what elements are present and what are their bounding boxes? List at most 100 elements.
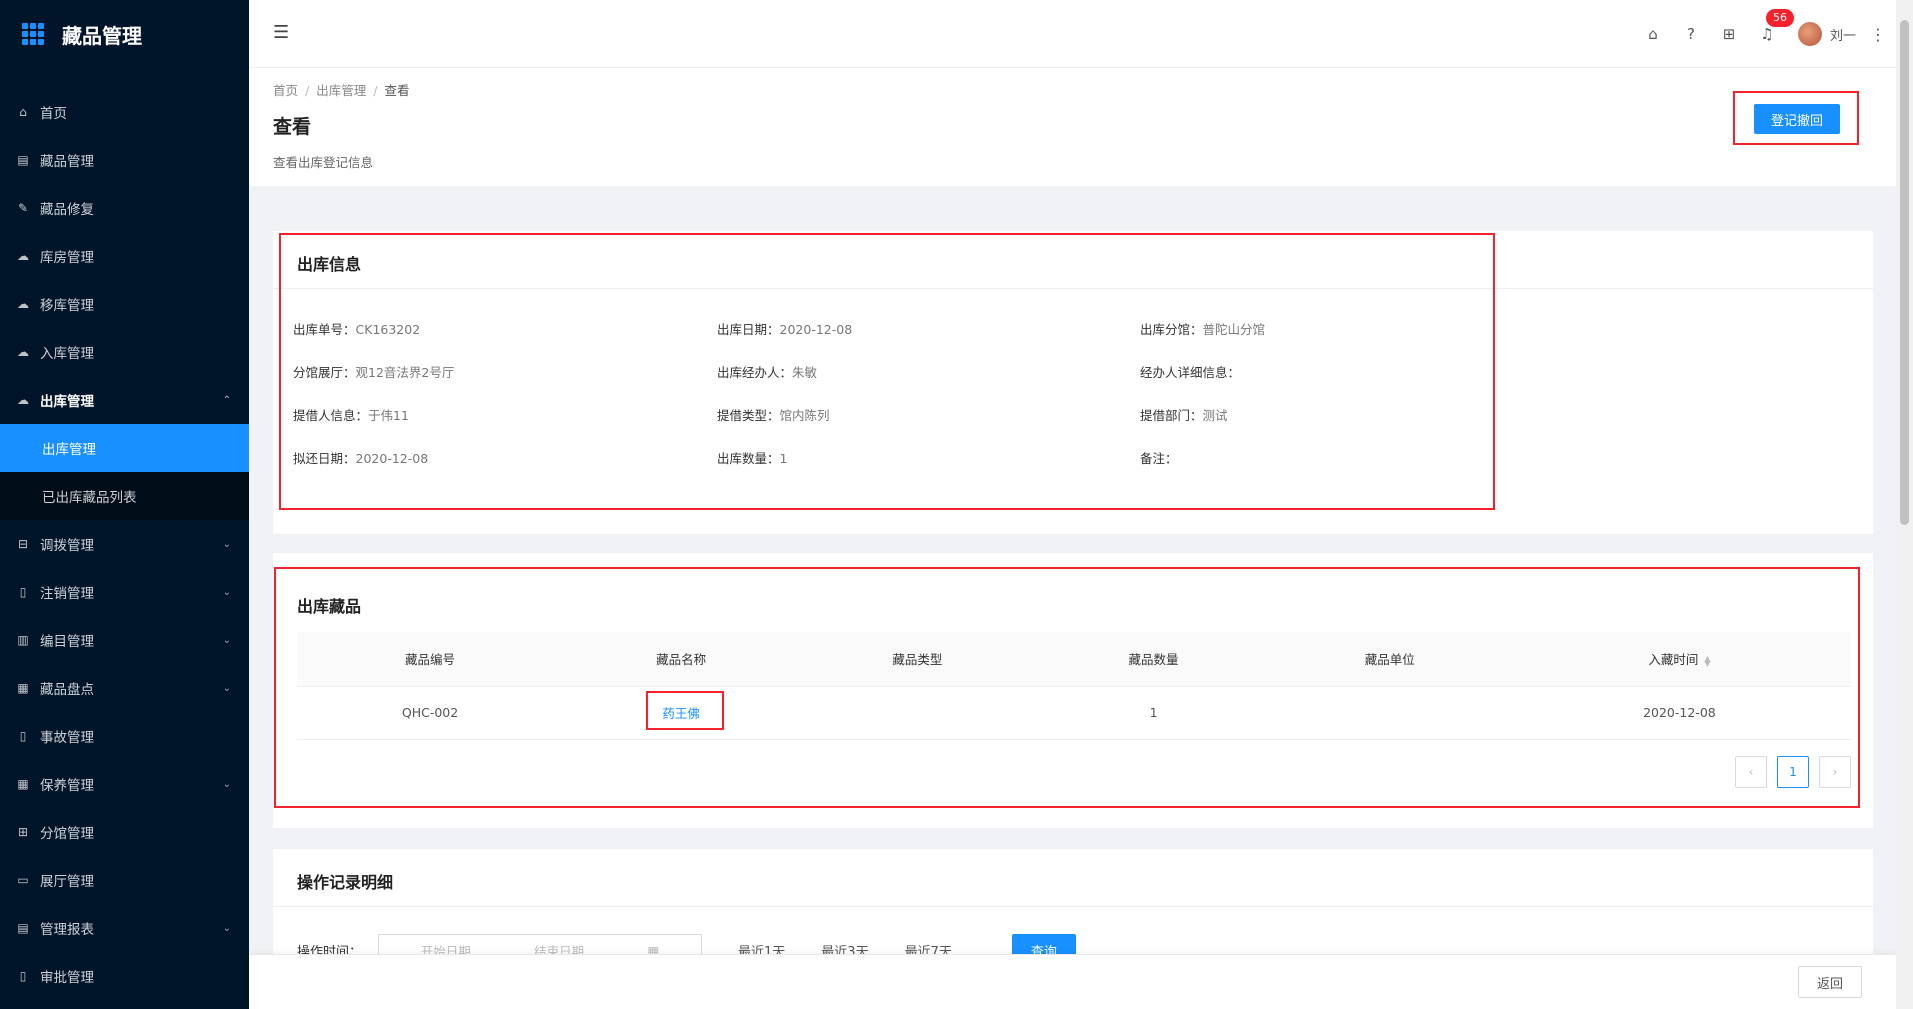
sidebar-item[interactable]: ⌂ 首页 <box>0 88 249 136</box>
table-header-row: 藏品编号 藏品名称 藏品类型 藏品数量 藏品单位 入藏时间 ▲ ▼ <box>297 632 1851 687</box>
cell-name: 药王佛 <box>563 686 800 740</box>
info-field: 备注： <box>1140 448 1178 467</box>
cell-date: 2020-12-08 <box>1507 686 1851 740</box>
info-field: 出库经办人：朱敏 <box>717 362 817 381</box>
info-field-label: 出库单号： <box>293 322 356 337</box>
revoke-highlight: 登记撤回 <box>1733 91 1859 145</box>
info-field-label: 备注： <box>1140 451 1178 466</box>
outbound-goods-card: 出库藏品 藏品编号 藏品名称 藏品类型 藏品数量 藏品单位 入藏时间 ▲ ▼ QHC… <box>273 553 1873 828</box>
info-field: 提借人信息：于伟11 <box>293 405 409 424</box>
col-header-label: 入藏时间 <box>1648 652 1699 668</box>
sidebar-item[interactable]: ☁ 入库管理 <box>0 328 249 376</box>
info-field: 出库分馆：普陀山分馆 <box>1140 319 1265 338</box>
sidebar-item[interactable]: ▯ 事故管理 <box>0 712 249 760</box>
menu-fold-icon[interactable]: ☰ <box>273 24 291 42</box>
sidebar-item[interactable]: ▦ 藏品盘点 ⌄ <box>0 664 249 712</box>
sort-icon[interactable]: ▲ ▼ <box>1704 654 1710 667</box>
info-field: 提借类型：馆内陈列 <box>717 405 830 424</box>
info-field-label: 提借部门： <box>1140 408 1203 423</box>
home-icon[interactable]: ⌂ <box>1634 25 1672 43</box>
ops-card-header: 操作记录明细 <box>273 849 1873 907</box>
sidebar-item[interactable]: ☁ 出库管理 ⌃ <box>0 376 249 424</box>
bell-icon[interactable]: ♫ 56 <box>1748 9 1794 43</box>
display-icon: ▭ <box>17 873 29 887</box>
app-logo: 藏品管理 <box>0 0 249 68</box>
goods-card-title: 出库藏品 <box>297 597 362 616</box>
sidebar-item[interactable]: ⊞ 分馆管理 <box>0 808 249 856</box>
cell-code: QHC-002 <box>297 686 564 740</box>
sidebar-item[interactable]: 出库管理 <box>0 424 249 472</box>
incident-icon: ▯ <box>19 729 27 743</box>
sidebar-item[interactable]: ▤ 藏品管理 <box>0 136 249 184</box>
sidebar-item[interactable]: ☁ 移库管理 <box>0 280 249 328</box>
chevron-icon: ⌄ <box>222 778 231 790</box>
sidebar-item-label: 库房管理 <box>40 250 94 266</box>
page-number[interactable]: 1 <box>1777 756 1809 788</box>
page-subtitle: 查看出库登记信息 <box>273 155 374 170</box>
sidebar-item-label: 事故管理 <box>40 730 94 746</box>
info-field-label: 拟还日期： <box>293 451 356 466</box>
breadcrumb-home[interactable]: 首页 <box>273 83 298 98</box>
col-header: 藏品名称 <box>563 632 800 687</box>
revoke-button[interactable]: 登记撤回 <box>1754 104 1840 134</box>
info-field: 提借部门：测试 <box>1140 405 1228 424</box>
more-vertical-icon[interactable]: ⋮ <box>1870 25 1886 44</box>
prev-page-icon[interactable]: ‹ <box>1735 756 1767 788</box>
catalog-icon: ▥ <box>17 633 29 647</box>
help-icon[interactable]: ? <box>1672 25 1710 43</box>
home-icon: ⌂ <box>19 105 27 119</box>
sidebar-item[interactable]: ▭ 展厅管理 <box>0 856 249 904</box>
maintenance-icon: ▦ <box>17 777 29 791</box>
notification-badge: 56 <box>1765 9 1794 27</box>
avatar[interactable] <box>1797 22 1822 46</box>
sidebar-item-label: 展厅管理 <box>40 874 94 890</box>
scrollbar-thumb[interactable] <box>1900 20 1909 525</box>
sidebar-item-label: 入库管理 <box>40 346 94 362</box>
top-header: ☰ ⌂ ? ⊞ ♫ 56 刘一 ⋮ <box>249 0 1896 68</box>
cell-qty: 1 <box>1035 686 1272 740</box>
sidebar-item-label: 已出库藏品列表 <box>42 490 137 506</box>
user-name[interactable]: 刘一 <box>1830 25 1856 44</box>
sidebar-item-label: 分馆管理 <box>40 826 94 842</box>
header-actions: ⌂ ? ⊞ ♫ 56 刘一 ⋮ <box>1634 0 1896 68</box>
chevron-icon: ⌄ <box>222 538 231 550</box>
ops-card-title: 操作记录明细 <box>297 873 394 892</box>
branch-icon: ⊞ <box>17 825 29 839</box>
next-page-icon[interactable]: › <box>1819 756 1851 788</box>
app-title: 藏品管理 <box>62 23 142 48</box>
sidebar-item-label: 移库管理 <box>40 298 94 314</box>
sidebar-item[interactable]: ▥ 编目管理 ⌄ <box>0 616 249 664</box>
col-header-sortable[interactable]: 入藏时间 ▲ ▼ <box>1507 632 1851 687</box>
info-field-value: 2020-12-08 <box>779 322 853 337</box>
chevron-icon: ⌄ <box>222 922 231 934</box>
info-field: 分馆展厅：观12音法界2号厅 <box>293 362 454 381</box>
apps-icon[interactable]: ⊞ <box>1710 25 1748 43</box>
sidebar-item[interactable]: ⊟ 调拨管理 ⌄ <box>0 520 249 568</box>
sidebar-item[interactable]: 已出库藏品列表 <box>0 472 249 520</box>
info-field-value: 1 <box>779 451 788 466</box>
cell-unit <box>1271 686 1508 740</box>
chevron-icon: ⌄ <box>222 634 231 646</box>
footer-bar: 返回 <box>249 954 1896 1009</box>
sidebar-item-label: 保养管理 <box>40 778 94 794</box>
breadcrumb-outbound[interactable]: 出库管理 <box>316 83 366 98</box>
sidebar-item[interactable]: ▤ 管理报表 ⌄ <box>0 904 249 952</box>
info-field: 出库日期：2020-12-08 <box>717 319 852 338</box>
info-field-value: CK163202 <box>355 322 421 337</box>
info-field-label: 经办人详细信息： <box>1140 365 1241 380</box>
info-field-label: 提借人信息： <box>293 408 369 423</box>
sidebar-item[interactable]: ☁ 库房管理 <box>0 232 249 280</box>
col-header: 藏品单位 <box>1271 632 1508 687</box>
cloud-download-icon: ☁ <box>17 393 29 407</box>
sidebar-item[interactable]: ✎ 藏品修复 <box>0 184 249 232</box>
sidebar-item[interactable]: ▯ 注销管理 ⌄ <box>0 568 249 616</box>
sidebar-item-label: 出库管理 <box>40 394 94 410</box>
item-name-link[interactable]: 药王佛 <box>662 706 700 721</box>
page-scrollbar[interactable] <box>1896 0 1913 1009</box>
sidebar-item[interactable]: ▦ 保养管理 ⌄ <box>0 760 249 808</box>
back-button[interactable]: 返回 <box>1798 966 1862 998</box>
sidebar-item-label: 编目管理 <box>40 634 94 650</box>
breadcrumb: 首页 / 出库管理 / 查看 <box>273 80 409 99</box>
sidebar-item-label: 调拨管理 <box>40 538 94 554</box>
sidebar-item[interactable]: ▯ 审批管理 <box>0 952 249 1000</box>
